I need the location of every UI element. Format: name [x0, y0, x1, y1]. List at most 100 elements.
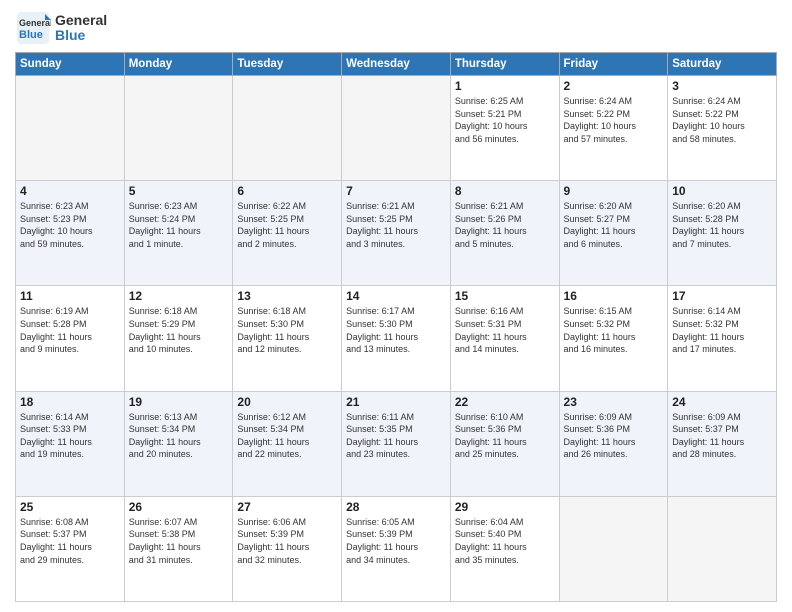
calendar-cell [668, 496, 777, 601]
calendar-cell: 20 Sunrise: 6:12 AM Sunset: 5:34 PM Dayli… [233, 391, 342, 496]
calendar-cell: 22 Sunrise: 6:10 AM Sunset: 5:36 PM Dayli… [450, 391, 559, 496]
day-number: 19 [129, 395, 229, 409]
calendar-cell [559, 496, 668, 601]
calendar-cell: 10 Sunrise: 6:20 AM Sunset: 5:28 PM Dayli… [668, 181, 777, 286]
day-info: Sunrise: 6:21 AM Sunset: 5:26 PM Dayligh… [455, 200, 555, 250]
calendar-cell: 14Sunrise: 6:17 AM Sunset: 5:30 PM Dayli… [342, 286, 451, 391]
calendar-cell: 26 Sunrise: 6:07 AM Sunset: 5:38 PM Dayli… [124, 496, 233, 601]
calendar-cell: 28Sunrise: 6:05 AM Sunset: 5:39 PM Dayli… [342, 496, 451, 601]
header: General Blue General Blue [15, 10, 777, 46]
day-info: Sunrise: 6:20 AM Sunset: 5:28 PM Dayligh… [672, 200, 772, 250]
day-info: Sunrise: 6:09 AM Sunset: 5:36 PM Dayligh… [564, 411, 664, 461]
day-info: Sunrise: 6:20 AM Sunset: 5:27 PM Dayligh… [564, 200, 664, 250]
day-number: 2 [564, 79, 664, 93]
calendar-cell: 25 Sunrise: 6:08 AM Sunset: 5:37 PM Dayli… [16, 496, 125, 601]
logo-text: General Blue [55, 13, 107, 44]
day-info: Sunrise: 6:18 AM Sunset: 5:29 PM Dayligh… [129, 305, 229, 355]
day-info: Sunrise: 6:14 AM Sunset: 5:32 PM Dayligh… [672, 305, 772, 355]
week-row-0: 1 Sunrise: 6:25 AM Sunset: 5:21 PM Daylig… [16, 76, 777, 181]
day-number: 14 [346, 289, 446, 303]
day-info: Sunrise: 6:09 AM Sunset: 5:37 PM Dayligh… [672, 411, 772, 461]
day-header-sunday: Sunday [16, 53, 125, 76]
calendar-cell: 5 Sunrise: 6:23 AM Sunset: 5:24 PM Daylig… [124, 181, 233, 286]
day-number: 7 [346, 184, 446, 198]
day-info: Sunrise: 6:22 AM Sunset: 5:25 PM Dayligh… [237, 200, 337, 250]
svg-text:Blue: Blue [19, 29, 43, 41]
week-row-3: 18Sunrise: 6:14 AM Sunset: 5:33 PM Dayli… [16, 391, 777, 496]
day-number: 3 [672, 79, 772, 93]
day-number: 1 [455, 79, 555, 93]
day-number: 10 [672, 184, 772, 198]
calendar-cell: 2Sunrise: 6:24 AM Sunset: 5:22 PM Daylig… [559, 76, 668, 181]
calendar-cell: 8Sunrise: 6:21 AM Sunset: 5:26 PM Daylig… [450, 181, 559, 286]
calendar-cell: 9 Sunrise: 6:20 AM Sunset: 5:27 PM Daylig… [559, 181, 668, 286]
day-number: 17 [672, 289, 772, 303]
day-info: Sunrise: 6:12 AM Sunset: 5:34 PM Dayligh… [237, 411, 337, 461]
day-number: 6 [237, 184, 337, 198]
day-number: 25 [20, 500, 120, 514]
calendar-cell [124, 76, 233, 181]
day-number: 27 [237, 500, 337, 514]
calendar-cell: 3Sunrise: 6:24 AM Sunset: 5:22 PM Daylig… [668, 76, 777, 181]
logo: General Blue General Blue [15, 10, 107, 46]
day-number: 28 [346, 500, 446, 514]
calendar-cell: 19 Sunrise: 6:13 AM Sunset: 5:34 PM Dayli… [124, 391, 233, 496]
week-row-4: 25 Sunrise: 6:08 AM Sunset: 5:37 PM Dayli… [16, 496, 777, 601]
page: General Blue General Blue SundayMondayTu… [0, 0, 792, 612]
day-number: 24 [672, 395, 772, 409]
calendar-header-row: SundayMondayTuesdayWednesdayThursdayFrid… [16, 53, 777, 76]
day-info: Sunrise: 6:19 AM Sunset: 5:28 PM Dayligh… [20, 305, 120, 355]
day-number: 29 [455, 500, 555, 514]
week-row-1: 4Sunrise: 6:23 AM Sunset: 5:23 PM Daylig… [16, 181, 777, 286]
day-number: 4 [20, 184, 120, 198]
calendar-cell: 18Sunrise: 6:14 AM Sunset: 5:33 PM Dayli… [16, 391, 125, 496]
day-number: 15 [455, 289, 555, 303]
day-number: 13 [237, 289, 337, 303]
calendar-cell: 7 Sunrise: 6:21 AM Sunset: 5:25 PM Daylig… [342, 181, 451, 286]
logo-svg: General Blue [15, 10, 51, 46]
day-number: 16 [564, 289, 664, 303]
day-number: 9 [564, 184, 664, 198]
day-header-saturday: Saturday [668, 53, 777, 76]
day-header-tuesday: Tuesday [233, 53, 342, 76]
day-header-thursday: Thursday [450, 53, 559, 76]
day-number: 18 [20, 395, 120, 409]
day-number: 5 [129, 184, 229, 198]
calendar-cell: 15Sunrise: 6:16 AM Sunset: 5:31 PM Dayli… [450, 286, 559, 391]
calendar-cell: 12 Sunrise: 6:18 AM Sunset: 5:29 PM Dayli… [124, 286, 233, 391]
day-header-monday: Monday [124, 53, 233, 76]
calendar: SundayMondayTuesdayWednesdayThursdayFrid… [15, 52, 777, 602]
logo-line1: General [55, 13, 107, 28]
day-number: 11 [20, 289, 120, 303]
day-info: Sunrise: 6:10 AM Sunset: 5:36 PM Dayligh… [455, 411, 555, 461]
day-number: 12 [129, 289, 229, 303]
calendar-cell: 27 Sunrise: 6:06 AM Sunset: 5:39 PM Dayli… [233, 496, 342, 601]
week-row-2: 11 Sunrise: 6:19 AM Sunset: 5:28 PM Dayli… [16, 286, 777, 391]
day-info: Sunrise: 6:11 AM Sunset: 5:35 PM Dayligh… [346, 411, 446, 461]
calendar-cell: 23 Sunrise: 6:09 AM Sunset: 5:36 PM Dayli… [559, 391, 668, 496]
day-info: Sunrise: 6:23 AM Sunset: 5:24 PM Dayligh… [129, 200, 229, 250]
day-info: Sunrise: 6:07 AM Sunset: 5:38 PM Dayligh… [129, 516, 229, 566]
calendar-cell: 29Sunrise: 6:04 AM Sunset: 5:40 PM Dayli… [450, 496, 559, 601]
day-number: 22 [455, 395, 555, 409]
day-info: Sunrise: 6:06 AM Sunset: 5:39 PM Dayligh… [237, 516, 337, 566]
day-info: Sunrise: 6:08 AM Sunset: 5:37 PM Dayligh… [20, 516, 120, 566]
calendar-cell: 21 Sunrise: 6:11 AM Sunset: 5:35 PM Dayli… [342, 391, 451, 496]
day-number: 21 [346, 395, 446, 409]
calendar-cell: 13Sunrise: 6:18 AM Sunset: 5:30 PM Dayli… [233, 286, 342, 391]
calendar-cell: 11 Sunrise: 6:19 AM Sunset: 5:28 PM Dayli… [16, 286, 125, 391]
calendar-cell: 24 Sunrise: 6:09 AM Sunset: 5:37 PM Dayli… [668, 391, 777, 496]
day-number: 23 [564, 395, 664, 409]
calendar-cell [16, 76, 125, 181]
day-header-wednesday: Wednesday [342, 53, 451, 76]
day-header-friday: Friday [559, 53, 668, 76]
day-info: Sunrise: 6:25 AM Sunset: 5:21 PM Dayligh… [455, 95, 555, 145]
calendar-cell: 1 Sunrise: 6:25 AM Sunset: 5:21 PM Daylig… [450, 76, 559, 181]
day-number: 26 [129, 500, 229, 514]
calendar-cell: 4Sunrise: 6:23 AM Sunset: 5:23 PM Daylig… [16, 181, 125, 286]
calendar-cell [342, 76, 451, 181]
day-number: 20 [237, 395, 337, 409]
day-info: Sunrise: 6:13 AM Sunset: 5:34 PM Dayligh… [129, 411, 229, 461]
day-info: Sunrise: 6:21 AM Sunset: 5:25 PM Dayligh… [346, 200, 446, 250]
calendar-cell [233, 76, 342, 181]
